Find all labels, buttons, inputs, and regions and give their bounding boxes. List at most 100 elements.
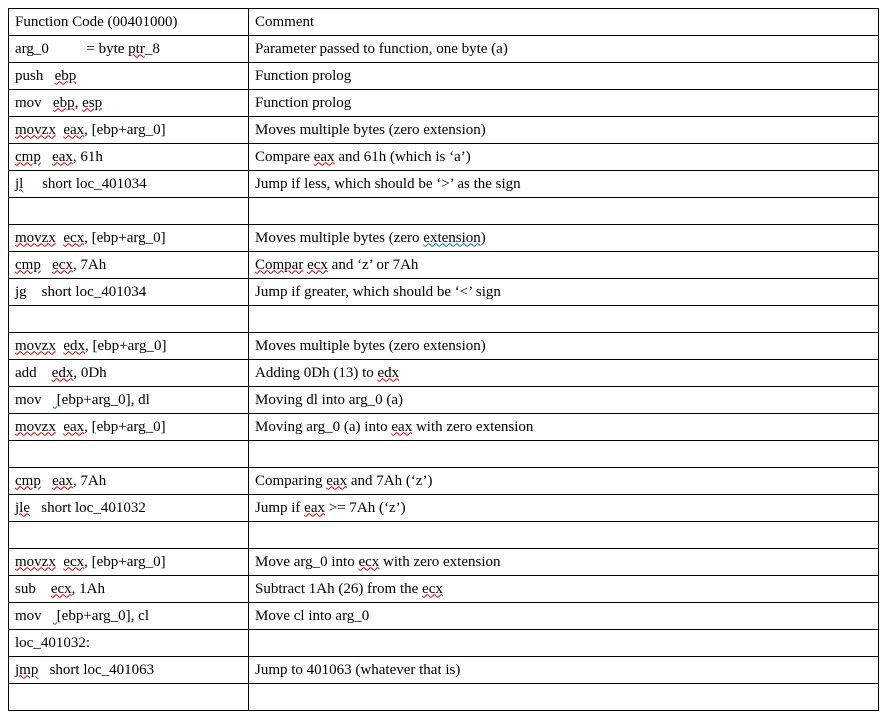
comment-cell-chunk: and 61h (which is ‘a’): [335, 149, 471, 165]
comment-cell: Function prolog: [249, 90, 879, 117]
comment-cell-chunk: extension): [423, 230, 485, 246]
code-cell-chunk: jle: [15, 500, 30, 516]
code-cell-chunk: eax: [63, 419, 84, 435]
comment-cell-chunk: Moves multiple bytes (zero: [255, 230, 423, 246]
comment-cell-chunk: eax: [391, 419, 412, 435]
code-cell-chunk: push: [15, 68, 55, 84]
header-comment: Comment: [249, 9, 879, 36]
code-cell-chunk: [41, 257, 52, 273]
code-cell-chunk: short loc_401063: [38, 662, 154, 678]
comment-cell-chunk: Jump if less, which should be ‘>’ as the…: [255, 176, 521, 192]
table-row: jmp short loc_401063 Jump to 401063 (what…: [9, 657, 879, 684]
comment-cell-chunk: Compar: [255, 257, 303, 273]
code-cell-chunk: , 0Dh: [73, 365, 106, 381]
comment-cell: Parameter passed to function, one byte (…: [249, 36, 879, 63]
comment-cell: Comparing eax and 7Ah (‘z’): [249, 468, 879, 495]
comment-cell: Moving arg_0 (a) into eax with zero exte…: [249, 414, 879, 441]
code-cell: push ebp: [9, 63, 249, 90]
code-cell-chunk: ecx: [51, 581, 72, 597]
comment-cell-chunk: >= 7Ah (‘z’): [325, 500, 406, 516]
code-cell-chunk: jg: [15, 284, 27, 300]
code-cell-chunk: eax: [52, 473, 73, 489]
code-cell: jmp short loc_401063: [9, 657, 249, 684]
code-cell-chunk: add: [15, 365, 52, 381]
comment-cell: Moves multiple bytes (zero extension): [249, 225, 879, 252]
code-cell: arg_0 = byte ptr_8: [9, 36, 249, 63]
comment-cell-chunk: Moving dl into arg_0 (a): [255, 392, 403, 408]
comment-cell-chunk: Adding 0Dh (13) to: [255, 365, 378, 381]
table-row: add edx, 0Dh Adding 0Dh (13) to edx: [9, 360, 879, 387]
comment-cell: Moves multiple bytes (zero extension): [249, 333, 879, 360]
code-cell: cmp eax, 61h: [9, 144, 249, 171]
table-row: mov [ebp+arg_0], cl Move cl into arg_0: [9, 603, 879, 630]
table-row: movzx eax, [ebp+arg_0]Moving arg_0 (a) i…: [9, 414, 879, 441]
comment-cell-chunk: Jump to 401063 (whatever that is): [255, 662, 460, 678]
table-row: jg short loc_401034Jump if greater, whic…: [9, 279, 879, 306]
code-cell-chunk: ecx: [52, 257, 73, 273]
code-cell-chunk: short loc_401034: [23, 176, 146, 192]
code-cell: [9, 684, 249, 711]
table-row: [9, 306, 879, 333]
code-cell-chunk: , [ebp+arg_0]: [84, 230, 166, 246]
code-cell-chunk: [: [53, 392, 62, 408]
asm-table: Function Code (00401000)Commentarg_0 = b…: [8, 8, 879, 711]
table-row: cmp eax, 7AhComparing eax and 7Ah (‘z’): [9, 468, 879, 495]
table-row: cmp ecx, 7Ah Compar ecx and ‘z’ or 7Ah: [9, 252, 879, 279]
comment-cell: Move cl into arg_0: [249, 603, 879, 630]
table-row: [9, 522, 879, 549]
comment-cell-chunk: ecx: [358, 554, 379, 570]
comment-cell-chunk: and ‘z’ or 7Ah: [328, 257, 419, 273]
comment-cell-chunk: Parameter passed to function, one byte (…: [255, 41, 508, 57]
code-cell-chunk: ecx: [63, 554, 84, 570]
code-cell-chunk: , [ebp+arg_0]: [84, 419, 166, 435]
comment-cell-chunk: Function prolog: [255, 95, 351, 111]
table-header-row: Function Code (00401000)Comment: [9, 9, 879, 36]
code-cell-chunk: ebp+arg_0], cl: [62, 608, 149, 624]
code-cell-chunk: mov: [15, 608, 53, 624]
code-cell-chunk: arg_0 = byte: [15, 41, 128, 57]
comment-cell-chunk: Move arg_0 into: [255, 554, 358, 570]
comment-cell-chunk: Subtract 1Ah (26) from the: [255, 581, 422, 597]
code-cell: [9, 522, 249, 549]
code-cell-chunk: cmp: [15, 473, 41, 489]
comment-cell-chunk: Function prolog: [255, 68, 351, 84]
code-cell-chunk: movzx: [15, 554, 56, 570]
table-row: [9, 198, 879, 225]
comment-cell-chunk: Comparing: [255, 473, 326, 489]
code-cell-chunk: , [ebp+arg_0]: [84, 554, 166, 570]
header-code: Function Code (00401000): [9, 9, 249, 36]
comment-cell: [249, 198, 879, 225]
code-cell: mov ebp, esp: [9, 90, 249, 117]
code-cell-chunk: , 61h: [73, 149, 103, 165]
code-cell: mov [ebp+arg_0], cl: [9, 603, 249, 630]
table-row: sub ecx, 1AhSubtract 1Ah (26) from the e…: [9, 576, 879, 603]
code-cell: add edx, 0Dh: [9, 360, 249, 387]
code-cell-chunk: ,: [75, 95, 83, 111]
code-cell-chunk: ebp+arg_0], dl: [62, 392, 150, 408]
comment-cell-chunk: edx: [378, 365, 400, 381]
code-cell-chunk: , [ebp+arg_0]: [85, 338, 167, 354]
code-cell-chunk: short loc_401032: [30, 500, 146, 516]
table-row: movzx edx, [ebp+arg_0]Moves multiple byt…: [9, 333, 879, 360]
comment-cell: Jump if less, which should be ‘>’ as the…: [249, 171, 879, 198]
table-row: jle short loc_401032Jump if eax >= 7Ah (…: [9, 495, 879, 522]
code-cell: movzx edx, [ebp+arg_0]: [9, 333, 249, 360]
comment-cell: Move arg_0 into ecx with zero extension: [249, 549, 879, 576]
table-row: mov ebp, esp Function prolog: [9, 90, 879, 117]
code-cell-chunk: cmp: [15, 257, 41, 273]
code-cell-chunk: edx: [63, 338, 85, 354]
code-cell-chunk: , 1Ah: [72, 581, 105, 597]
code-cell: [9, 306, 249, 333]
comment-cell-chunk: Move cl into arg_0: [255, 608, 369, 624]
code-cell-chunk: eax: [52, 149, 73, 165]
code-cell: cmp ecx, 7Ah: [9, 252, 249, 279]
code-cell-chunk: ebp: [53, 95, 75, 111]
comment-cell: Subtract 1Ah (26) from the ecx: [249, 576, 879, 603]
comment-cell: Moving dl into arg_0 (a): [249, 387, 879, 414]
code-cell-chunk: ecx: [63, 230, 84, 246]
code-cell-chunk: [: [53, 608, 62, 624]
comment-cell: Moves multiple bytes (zero extension): [249, 117, 879, 144]
table-row: movzx eax, [ebp+arg_0]Moves multiple byt…: [9, 117, 879, 144]
code-cell-chunk: movzx: [15, 338, 56, 354]
code-cell: movzx eax, [ebp+arg_0]: [9, 414, 249, 441]
